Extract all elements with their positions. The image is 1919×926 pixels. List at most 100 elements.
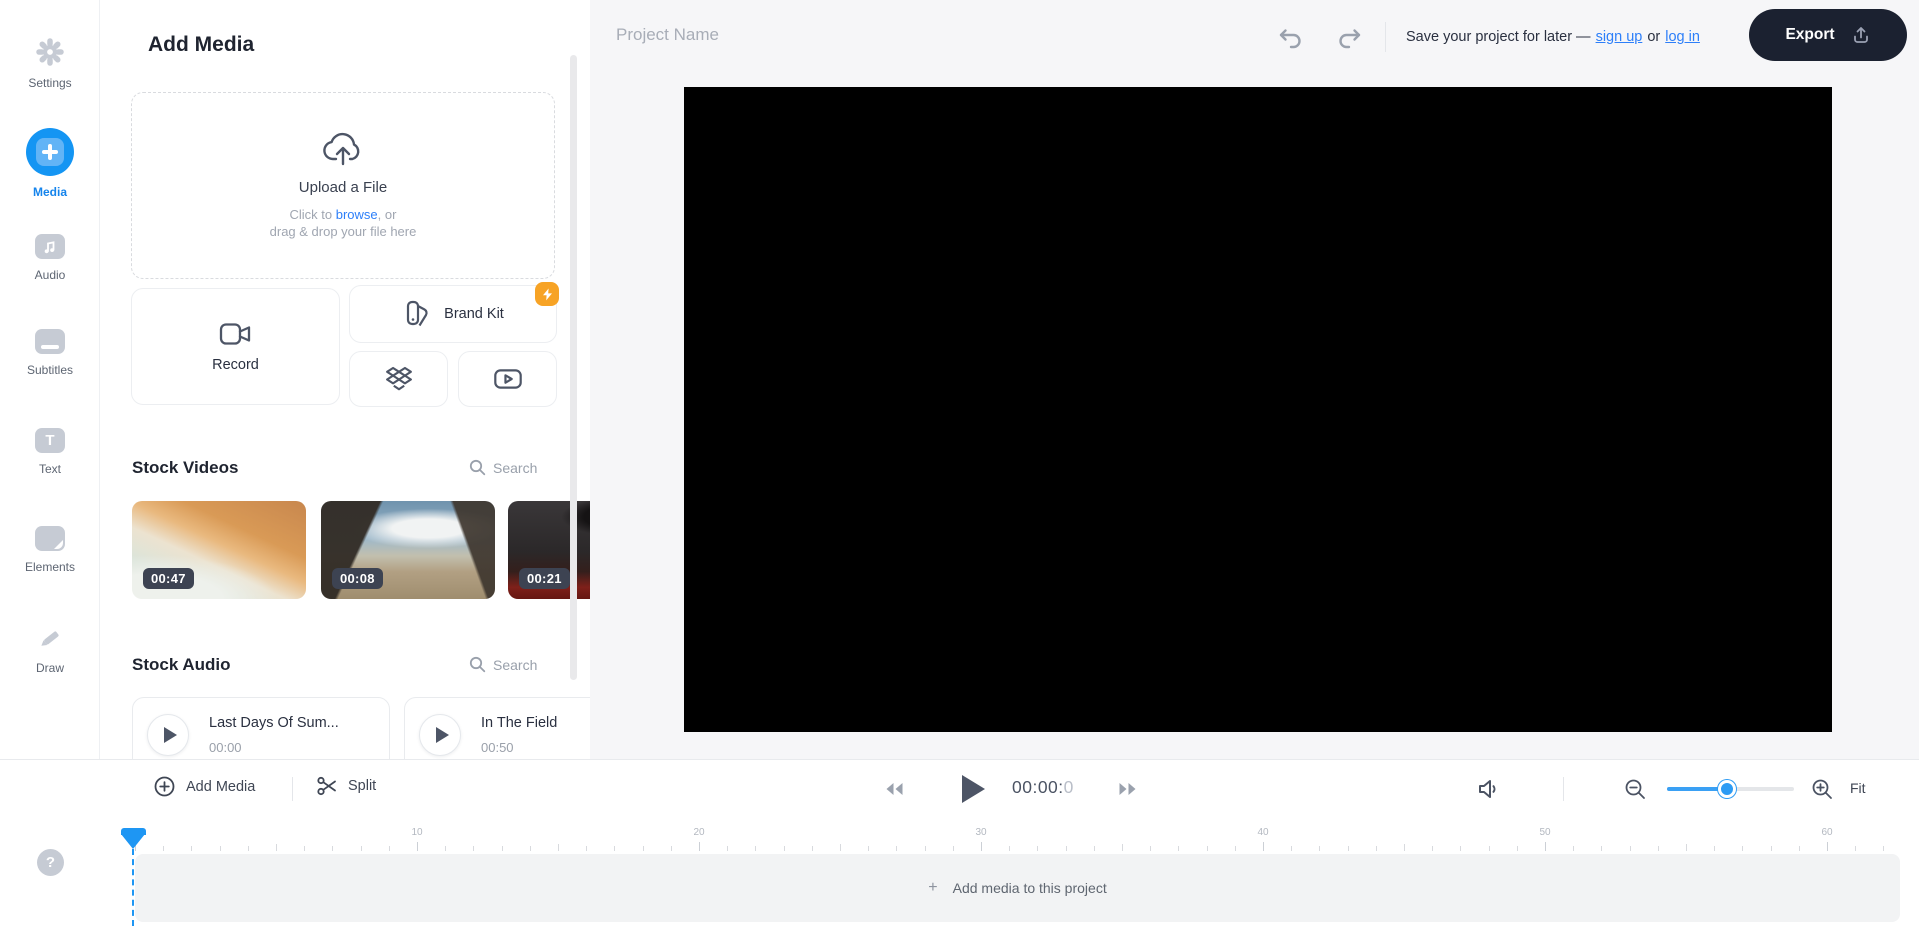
split-button[interactable]: Split [316, 775, 376, 797]
export-label: Export [1785, 26, 1834, 44]
timeline-zoom-slider[interactable] [1667, 787, 1794, 791]
sign-up-link[interactable]: sign up [1596, 29, 1643, 45]
sidebar-item-label: Settings [0, 76, 100, 90]
video-preview-canvas[interactable] [684, 87, 1832, 732]
play-audio-button[interactable] [147, 714, 189, 756]
fit-button[interactable]: Fit [1850, 780, 1866, 796]
add-media-panel: Add Media Upload a File Click to browse,… [101, 0, 590, 759]
undo-arrow-icon [1276, 26, 1304, 52]
rewind-icon [884, 781, 904, 797]
export-button[interactable]: Export [1749, 9, 1907, 61]
sidebar-item-label: Subtitles [0, 363, 100, 377]
camera-icon [218, 321, 254, 347]
ruler-label: 10 [411, 827, 422, 838]
header-divider [1385, 22, 1386, 52]
brand-kit-label: Brand Kit [444, 306, 504, 322]
duration-badge: 00:47 [143, 568, 194, 589]
music-note-icon [35, 234, 65, 259]
stock-audio-title: Stock Audio [132, 655, 231, 675]
stock-audio-search[interactable]: Search [469, 656, 537, 673]
sidebar-item-elements[interactable]: Elements [0, 526, 100, 574]
stock-video-person-headphones[interactable]: 00:21 [508, 501, 590, 599]
sidebar-rail: Settings Media Audio Subtitles T Text El… [0, 0, 100, 759]
undo-button[interactable] [1275, 24, 1305, 54]
audio-duration: 00:00 [209, 740, 339, 755]
sidebar-item-audio[interactable]: Audio [0, 234, 100, 282]
brand-kit-button[interactable]: Brand Kit [349, 285, 557, 343]
search-icon [469, 656, 486, 673]
subtitles-icon [35, 329, 65, 354]
redo-arrow-icon [1336, 26, 1364, 52]
toolbar-divider [1563, 777, 1564, 801]
sidebar-item-label: Draw [0, 661, 100, 675]
ruler-label: 20 [693, 827, 704, 838]
timeline-ruler[interactable]: 102030405060 [0, 817, 1919, 854]
dropbox-icon [384, 366, 414, 392]
browse-link[interactable]: browse [336, 207, 378, 222]
stock-video-mountain-valley[interactable]: 00:08 [321, 501, 495, 599]
add-media-label: Add Media [186, 779, 255, 795]
stock-audio-item[interactable]: Last Days Of Sum... 00:00 [132, 697, 390, 759]
slider-knob[interactable] [1718, 780, 1736, 798]
record-button[interactable]: Record [131, 288, 340, 405]
plus-icon [26, 128, 74, 176]
text-icon: T [35, 428, 65, 453]
stock-videos-search[interactable]: Search [469, 459, 537, 476]
audio-title: In The Field [481, 715, 557, 731]
play-icon [959, 773, 987, 805]
plus-circle-icon [153, 775, 176, 798]
upload-title: Upload a File [299, 179, 387, 196]
ruler-label: 50 [1539, 827, 1550, 838]
audio-meta: Last Days Of Sum... 00:00 [209, 715, 339, 755]
sidebar-item-media[interactable]: Media [0, 128, 100, 199]
project-name-input[interactable]: Project Name [616, 25, 719, 45]
add-media-button[interactable]: Add Media [153, 775, 255, 798]
pencil-icon [0, 626, 100, 652]
export-upload-icon [1851, 25, 1871, 45]
speaker-icon [1476, 776, 1502, 802]
volume-button[interactable] [1476, 776, 1502, 802]
timeline-toolbar: Add Media Split 00:00:0 [0, 759, 1919, 817]
stock-audio-item[interactable]: In The Field 00:50 [404, 697, 590, 759]
search-label: Search [493, 460, 537, 476]
dropbox-import-button[interactable] [349, 351, 448, 407]
plus-icon: + [928, 879, 937, 897]
playhead-line [132, 849, 134, 926]
empty-timeline-track[interactable]: + Add media to this project [135, 854, 1900, 922]
audio-meta: In The Field 00:50 [481, 715, 557, 755]
question-mark-icon: ? [46, 854, 55, 871]
playhead-marker[interactable] [121, 834, 145, 849]
search-icon [469, 459, 486, 476]
current-time: 00:00:0 [1012, 777, 1074, 798]
redo-button[interactable] [1335, 24, 1365, 54]
upload-cloud-icon [321, 131, 365, 167]
lightning-icon [542, 288, 553, 301]
brand-kit-swatches-icon [402, 299, 434, 329]
sidebar-item-settings[interactable]: Settings [0, 37, 100, 90]
stock-video-ocean-waves[interactable]: 00:47 [132, 501, 306, 599]
rewind-button[interactable] [884, 781, 904, 797]
play-button[interactable] [959, 773, 987, 805]
fast-forward-button[interactable] [1118, 781, 1138, 797]
zoom-in-icon [1811, 778, 1834, 801]
zoom-in-button[interactable] [1811, 778, 1834, 801]
sidebar-item-subtitles[interactable]: Subtitles [0, 329, 100, 377]
youtube-import-button[interactable] [458, 351, 557, 407]
scissors-icon [316, 775, 338, 797]
sticker-icon [35, 526, 65, 551]
zoom-out-button[interactable] [1624, 778, 1647, 801]
upload-file-dropzone[interactable]: Upload a File Click to browse, or drag &… [131, 92, 555, 279]
sidebar-item-draw[interactable]: Draw [0, 626, 100, 675]
pro-lightning-badge [535, 282, 559, 306]
panel-title: Add Media [148, 33, 254, 57]
help-button[interactable]: ? [37, 849, 64, 876]
sidebar-item-label: Media [0, 185, 100, 199]
sidebar-item-text[interactable]: T Text [0, 428, 100, 476]
fast-forward-icon [1118, 781, 1138, 797]
record-label: Record [212, 357, 259, 373]
log-in-link[interactable]: log in [1665, 29, 1700, 45]
save-prompt: Save your project for later — sign up or… [1406, 29, 1700, 45]
play-audio-button[interactable] [419, 714, 461, 756]
panel-scrollbar[interactable] [570, 55, 577, 680]
ruler-label: 60 [1821, 827, 1832, 838]
